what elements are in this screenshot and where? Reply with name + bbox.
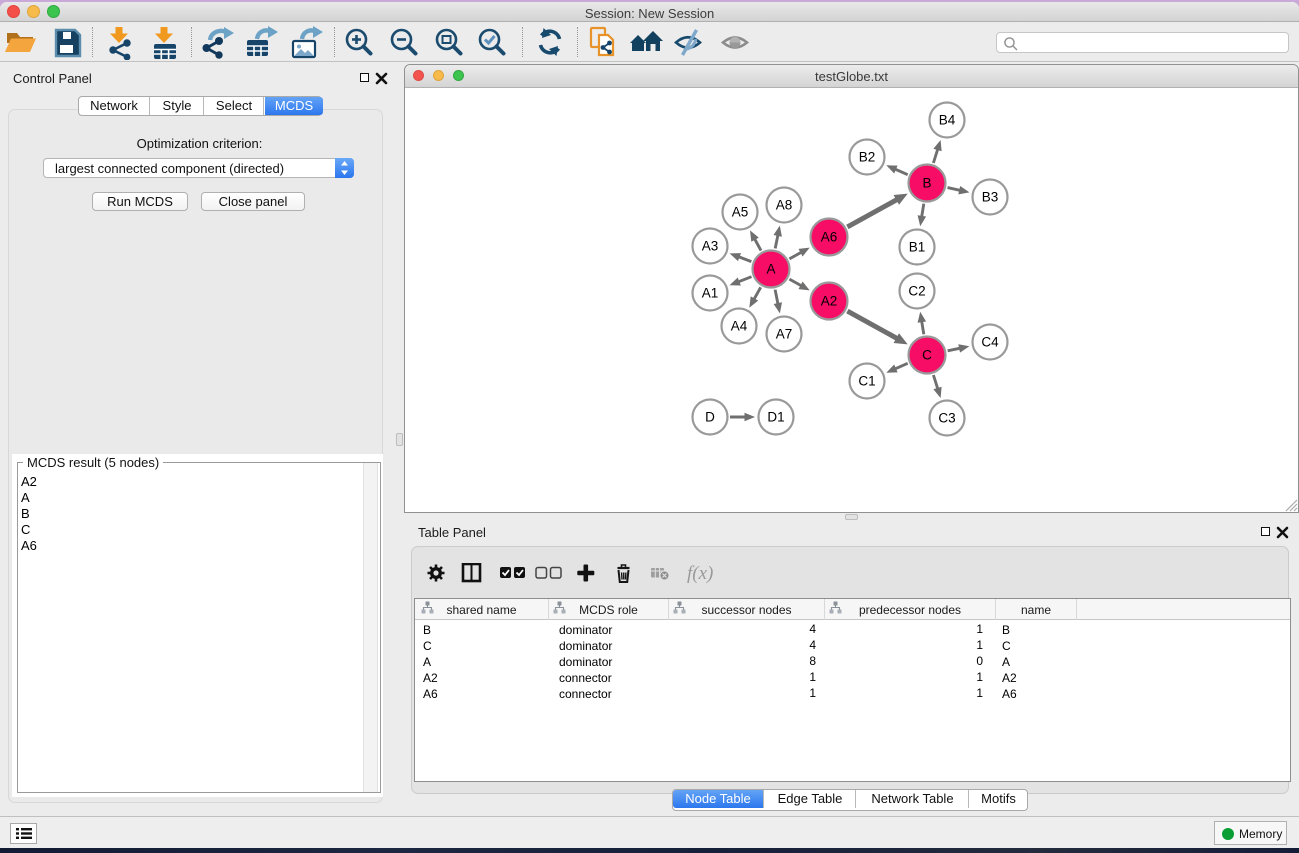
- svg-text:D1: D1: [767, 410, 784, 425]
- svg-text:A6: A6: [821, 230, 838, 245]
- svg-text:B: B: [922, 176, 931, 191]
- svg-text:A3: A3: [702, 239, 719, 254]
- svg-text:B4: B4: [939, 113, 956, 128]
- svg-text:A5: A5: [732, 205, 749, 220]
- svg-text:A: A: [766, 262, 775, 277]
- svg-text:C2: C2: [908, 284, 925, 299]
- svg-text:C3: C3: [938, 411, 955, 426]
- svg-text:A8: A8: [776, 198, 793, 213]
- svg-text:C: C: [922, 348, 932, 363]
- svg-text:C1: C1: [858, 374, 875, 389]
- svg-text:A2: A2: [821, 294, 838, 309]
- svg-text:B3: B3: [982, 190, 999, 205]
- svg-text:f(x): f(x): [687, 563, 713, 584]
- svg-text:B1: B1: [909, 240, 926, 255]
- svg-text:B2: B2: [859, 150, 876, 165]
- svg-text:A1: A1: [702, 286, 719, 301]
- svg-text:A7: A7: [776, 327, 793, 342]
- svg-text:C4: C4: [981, 335, 999, 350]
- svg-text:A4: A4: [731, 319, 748, 334]
- svg-text:D: D: [705, 410, 715, 425]
